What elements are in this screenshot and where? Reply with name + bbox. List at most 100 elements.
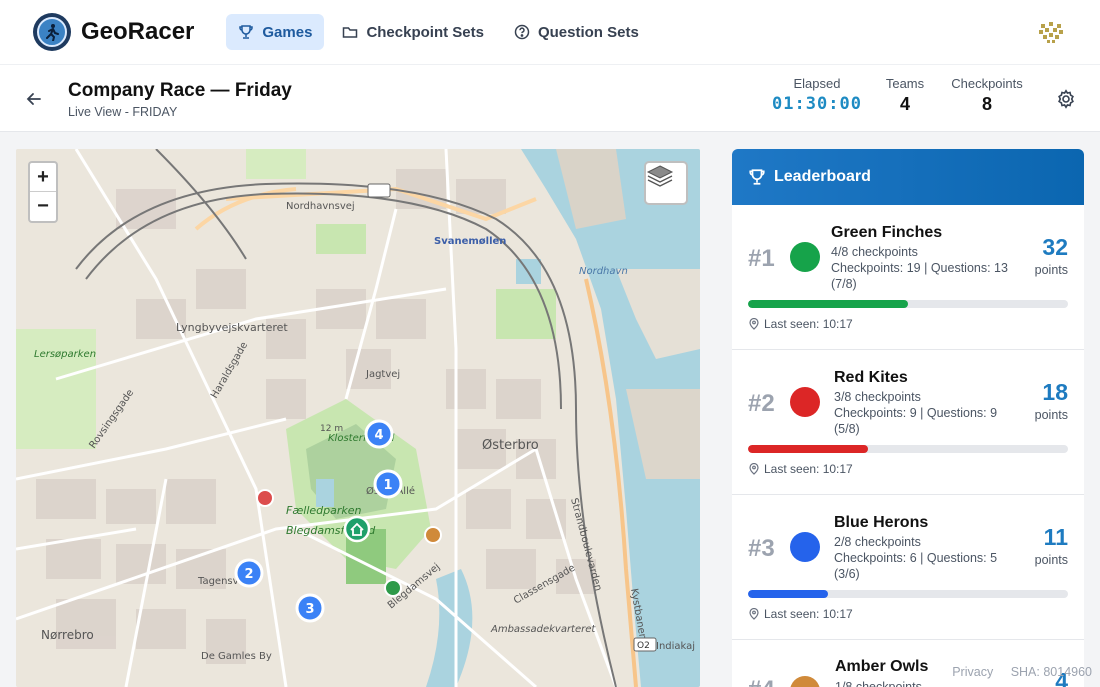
- progress-fill: [748, 300, 908, 308]
- leaderboard-entry[interactable]: #3 Blue Herons 2/8 checkpoints Checkpoin…: [732, 495, 1084, 640]
- team-rank: #3: [748, 535, 775, 562]
- map-label: Jagtvej: [365, 369, 400, 380]
- trophy-icon: [238, 24, 254, 40]
- build-sha: SHA: 8014960: [1010, 665, 1092, 679]
- map-label: 12 m: [320, 424, 343, 434]
- team-name: Amber Owls: [835, 658, 929, 675]
- zoom-control: + −: [28, 161, 58, 223]
- stat-teams: Teams 4: [878, 76, 932, 115]
- map-label: Ambassadekvarteret: [490, 624, 596, 635]
- last-seen: Last seen: 10:17: [748, 317, 853, 331]
- zoom-in-button[interactable]: +: [30, 163, 56, 192]
- checkpoints-label: Checkpoints: [951, 76, 1023, 91]
- leaderboard-title: Leaderboard: [774, 168, 871, 185]
- race-subtitle: Live View - FRIDAY: [68, 105, 178, 119]
- stat-checkpoints: Checkpoints 8: [946, 76, 1028, 115]
- last-seen: Last seen: 10:17: [748, 607, 853, 621]
- nav-games[interactable]: Games: [226, 14, 325, 50]
- team-color-dot: [790, 387, 820, 417]
- map-label: De Gamles By: [201, 651, 272, 662]
- footer: Privacy SHA: 8014960: [938, 665, 1092, 679]
- team-rank: #2: [748, 390, 775, 417]
- progress-fill: [748, 445, 868, 453]
- points-value: 18: [1042, 379, 1068, 405]
- progress-bar: [748, 445, 1068, 453]
- brand[interactable]: GeoRacer: [33, 13, 194, 51]
- team-color-dot: [790, 532, 820, 562]
- map-label: Svanemøllen: [434, 236, 506, 247]
- team-points: 32 points: [1035, 234, 1068, 277]
- map-label: Nordhavn: [579, 266, 628, 277]
- progress-bar: [748, 590, 1068, 598]
- layers-icon: [646, 165, 674, 187]
- leaderboard-entry[interactable]: #4 Amber Owls 1/8 checkpoints 4: [732, 640, 1084, 687]
- last-seen-text: Last seen: 10:17: [764, 317, 853, 331]
- team-name: Blue Herons: [834, 514, 929, 531]
- map-pin-icon: [748, 462, 760, 475]
- map-label: Indiakaj: [656, 641, 695, 652]
- map-label: Tagensvej: [197, 576, 247, 587]
- nav-question-sets-label: Question Sets: [537, 23, 639, 41]
- layers-button[interactable]: [644, 161, 688, 205]
- team-color-dot: [790, 242, 820, 272]
- map-pin-icon: [748, 607, 760, 620]
- leaderboard-entry[interactable]: #1 Green Finches 4/8 checkpoints Checkpo…: [732, 205, 1084, 350]
- team-checkpoints: 3/8 checkpoints: [834, 390, 921, 404]
- map-label: Klosterfælled: [328, 433, 395, 444]
- team-detail-ratio: (3/6): [834, 567, 860, 581]
- nav-games-label: Games: [262, 23, 313, 41]
- race-map[interactable]: Nordhavnsvej O2 Svanemøllen Lyngbyvejskv…: [16, 149, 700, 687]
- team-name: Green Finches: [831, 224, 943, 241]
- trophy-icon: [748, 168, 766, 186]
- progress-fill: [748, 590, 828, 598]
- zoom-out-button[interactable]: −: [30, 192, 56, 221]
- progress-bar: [748, 300, 1068, 308]
- team-detail-ratio: (7/8): [831, 277, 857, 291]
- teams-label: Teams: [885, 76, 925, 91]
- map-label: Lyngbyvejskvarteret: [176, 321, 288, 334]
- points-value: 32: [1042, 234, 1068, 260]
- elapsed-value: 01:30:00: [772, 94, 862, 114]
- elapsed-label: Elapsed: [793, 76, 841, 91]
- map-label: Blegdamsfælled: [286, 524, 376, 537]
- back-arrow-icon[interactable]: [22, 87, 46, 111]
- team-name: Red Kites: [834, 369, 908, 386]
- stat-elapsed: Elapsed 01:30:00: [772, 76, 862, 114]
- top-navbar: GeoRacer Games Checkpoint Sets Question …: [0, 0, 1100, 64]
- map-pin-icon: [748, 317, 760, 330]
- checkpoints-value: 8: [981, 94, 992, 114]
- main-nav: Games Checkpoint Sets Question Sets: [226, 14, 650, 50]
- georacer-logo-icon: [33, 13, 71, 51]
- map-tiles: Nordhavnsvej O2 Svanemøllen Lyngbyvejskv…: [16, 149, 700, 687]
- race-title: Company Race — Friday: [68, 80, 292, 101]
- nav-question-sets[interactable]: Question Sets: [502, 14, 651, 50]
- nav-checkpoint-sets[interactable]: Checkpoint Sets: [330, 14, 496, 50]
- user-avatar[interactable]: [1034, 15, 1068, 49]
- nav-checkpoint-sets-label: Checkpoint Sets: [366, 23, 484, 41]
- team-color-dot: [790, 676, 820, 687]
- gear-icon[interactable]: [1056, 89, 1076, 109]
- map-label: Lersøparken: [34, 349, 96, 360]
- teams-value: 4: [899, 94, 910, 114]
- team-points: 18 points: [1035, 379, 1068, 422]
- svg-text:O2: O2: [637, 641, 650, 651]
- team-rank: #1: [748, 245, 775, 272]
- map-label: Nørrebro: [41, 628, 94, 642]
- team-rank: #4: [748, 676, 775, 687]
- team-detail: Checkpoints: 19 | Questions: 13: [831, 261, 1008, 275]
- map-label: Østerbro: [482, 438, 539, 453]
- leaderboard-entry[interactable]: #2 Red Kites 3/8 checkpoints Checkpoints…: [732, 350, 1084, 495]
- app-name: GeoRacer: [81, 18, 195, 45]
- map-label: Nordhavnsvej: [286, 201, 355, 212]
- privacy-link[interactable]: Privacy: [952, 665, 993, 679]
- leaderboard-header: Leaderboard: [732, 149, 1084, 205]
- folder-icon: [342, 24, 358, 40]
- help-circle-icon: [514, 24, 530, 40]
- points-label: points: [1034, 408, 1068, 422]
- points-label: points: [1034, 553, 1068, 567]
- points-value: 11: [1043, 524, 1068, 550]
- leaderboard-panel: Leaderboard #1 Green Finches 4/8 checkpo…: [732, 149, 1084, 687]
- last-seen: Last seen: 10:17: [748, 462, 853, 476]
- race-header: Company Race — Friday Live View - FRIDAY…: [0, 64, 1100, 132]
- last-seen-text: Last seen: 10:17: [764, 462, 853, 476]
